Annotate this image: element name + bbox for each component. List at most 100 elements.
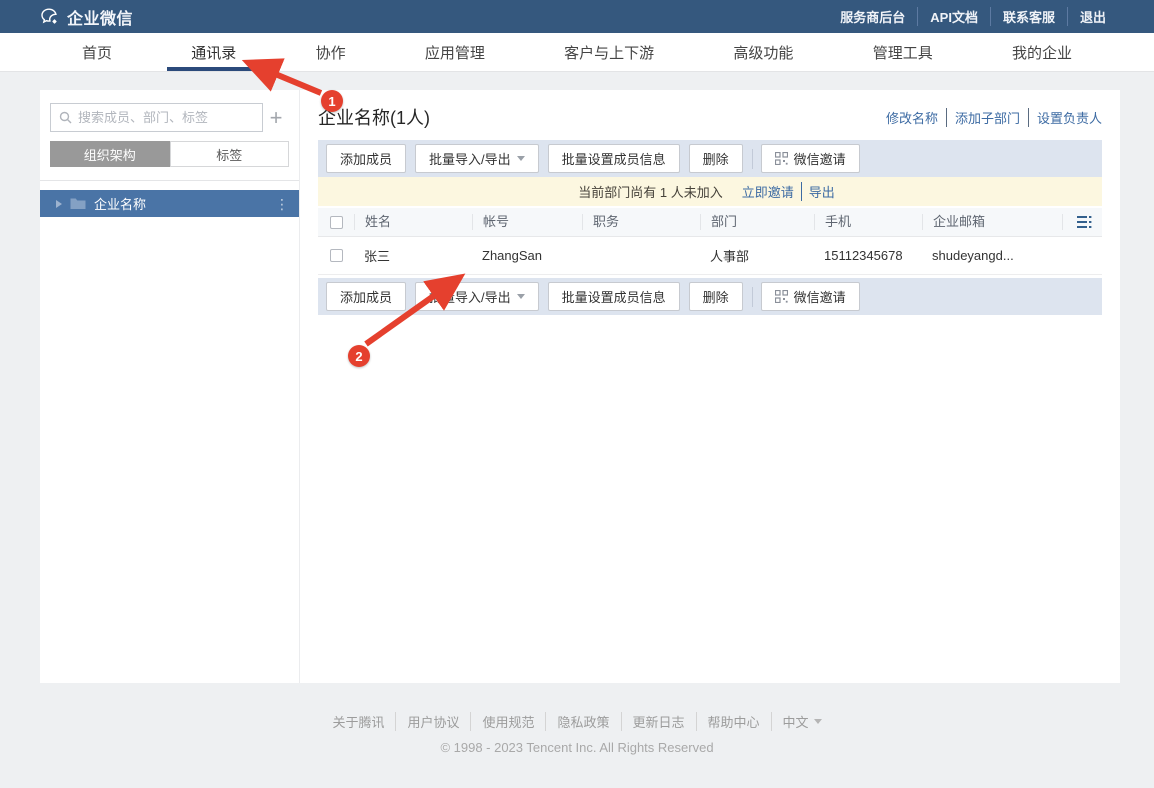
batch-import-export-button-bottom[interactable]: 批量导入/导出 xyxy=(415,282,539,311)
column-settings-cell xyxy=(1062,214,1102,230)
caret-down-icon xyxy=(517,294,525,299)
column-settings-icon[interactable] xyxy=(1077,215,1094,229)
add-subdepartment-link[interactable]: 添加子部门 xyxy=(946,108,1028,127)
toolbar-separator xyxy=(752,149,753,169)
footer-language-selector[interactable]: 中文 xyxy=(771,712,833,731)
wechat-invite-button[interactable]: 微信邀请 xyxy=(761,144,860,173)
cell-name: 张三 xyxy=(354,246,472,265)
nav-item-app-management[interactable]: 应用管理 xyxy=(401,33,509,71)
nav-item-admin-tools[interactable]: 管理工具 xyxy=(849,33,957,71)
wechat-invite-label: 微信邀请 xyxy=(794,149,846,168)
nav-item-advanced-features[interactable]: 高级功能 xyxy=(709,33,817,71)
select-all-checkbox[interactable] xyxy=(330,216,343,229)
header-name: 姓名 xyxy=(354,214,472,230)
tab-org-structure[interactable]: 组织架构 xyxy=(50,141,170,167)
topbar-links: 服务商后台 API文档 联系客服 退出 xyxy=(828,7,1118,26)
row-select-cell xyxy=(318,249,354,262)
folder-icon xyxy=(70,197,86,210)
qr-code-icon xyxy=(775,290,788,303)
nav-item-customers[interactable]: 客户与上下游 xyxy=(540,33,678,71)
row-checkbox[interactable] xyxy=(330,249,343,262)
toolbar-top: 添加成员 批量导入/导出 批量设置成员信息 删除 xyxy=(318,140,1102,177)
select-all-cell xyxy=(318,216,354,229)
footer-link-usage-rules[interactable]: 使用规范 xyxy=(470,712,545,731)
toolbar-bottom: 添加成员 批量导入/导出 批量设置成员信息 删除 xyxy=(318,278,1102,315)
footer-link-changelog[interactable]: 更新日志 xyxy=(621,712,696,731)
wechat-work-logo-icon xyxy=(40,7,60,27)
brand-logo[interactable]: 企业微信 xyxy=(40,5,133,29)
wechat-invite-button-bottom[interactable]: 微信邀请 xyxy=(761,282,860,311)
topbar-link-logout[interactable]: 退出 xyxy=(1067,7,1118,26)
footer-link-user-agreement[interactable]: 用户协议 xyxy=(395,712,470,731)
header-department: 部门 xyxy=(700,214,814,230)
table-header-row: 姓名 帐号 职务 部门 手机 企业邮箱 xyxy=(318,208,1102,237)
content-card: + 组织架构 标签 企业名称 ⋮ 企业名称(1人) xyxy=(40,90,1120,683)
add-department-button[interactable]: + xyxy=(263,105,289,131)
search-box xyxy=(50,103,263,132)
search-icon xyxy=(59,111,72,124)
nav-list: 首页 通讯录 协作 应用管理 客户与上下游 高级功能 管理工具 我的企业 xyxy=(58,33,1096,71)
nav-item-home[interactable]: 首页 xyxy=(58,33,136,71)
cell-mobile: 15112345678 xyxy=(814,248,922,263)
set-manager-link[interactable]: 设置负责人 xyxy=(1028,108,1102,127)
nav-item-contacts[interactable]: 通讯录 xyxy=(167,33,260,71)
contacts-sidebar: + 组织架构 标签 企业名称 ⋮ xyxy=(40,90,300,683)
pending-join-notice: 当前部门尚有 1 人未加入 立即邀请 导出 xyxy=(318,177,1102,206)
header-email: 企业邮箱 xyxy=(922,214,1062,230)
nav-item-my-company[interactable]: 我的企业 xyxy=(988,33,1096,71)
notice-text: 当前部门尚有 1 人未加入 xyxy=(578,182,722,201)
footer-link-help-center[interactable]: 帮助中心 xyxy=(696,712,771,731)
sidebar-divider xyxy=(40,180,299,181)
batch-import-export-button[interactable]: 批量导入/导出 xyxy=(415,144,539,173)
header-job-title: 职务 xyxy=(582,214,700,230)
footer-link-about-tencent[interactable]: 关于腾讯 xyxy=(321,712,395,731)
cell-email: shudeyangd... xyxy=(922,248,1062,263)
topbar-link-api-docs[interactable]: API文档 xyxy=(917,7,990,26)
page-footer: 关于腾讯 用户协议 使用规范 隐私政策 更新日志 帮助中心 中文 © 1998 … xyxy=(0,712,1154,755)
title-row: 企业名称(1人) 修改名称 添加子部门 设置负责人 xyxy=(318,104,1102,130)
batch-import-export-label-bottom: 批量导入/导出 xyxy=(429,287,511,306)
table-row[interactable]: 张三 ZhangSan 人事部 15112345678 shudeyangd..… xyxy=(318,237,1102,275)
header-account: 帐号 xyxy=(472,214,582,230)
cell-account: ZhangSan xyxy=(472,248,582,263)
page-title: 企业名称(1人) xyxy=(318,104,430,130)
caret-down-icon xyxy=(814,719,822,724)
toolbar-separator xyxy=(752,287,753,307)
wechat-invite-label-bottom: 微信邀请 xyxy=(794,287,846,306)
org-tree-item-label: 企业名称 xyxy=(94,194,146,213)
topbar-link-contact-support[interactable]: 联系客服 xyxy=(990,7,1067,26)
topbar-link-provider-console[interactable]: 服务商后台 xyxy=(828,7,917,26)
add-member-button[interactable]: 添加成员 xyxy=(326,144,406,173)
copyright-text: © 1998 - 2023 Tencent Inc. All Rights Re… xyxy=(0,740,1154,755)
footer-links: 关于腾讯 用户协议 使用规范 隐私政策 更新日志 帮助中心 中文 xyxy=(321,712,832,731)
members-table: 姓名 帐号 职务 部门 手机 企业邮箱 xyxy=(318,208,1102,275)
footer-link-privacy-policy[interactable]: 隐私政策 xyxy=(545,712,620,731)
brand-name: 企业微信 xyxy=(67,5,133,29)
rename-link[interactable]: 修改名称 xyxy=(878,108,946,127)
export-link[interactable]: 导出 xyxy=(801,182,842,201)
batch-set-info-button[interactable]: 批量设置成员信息 xyxy=(548,144,680,173)
org-tree-item-company[interactable]: 企业名称 ⋮ xyxy=(40,190,299,217)
department-action-links: 修改名称 添加子部门 设置负责人 xyxy=(878,108,1102,127)
delete-button[interactable]: 删除 xyxy=(689,144,743,173)
batch-set-info-button-bottom[interactable]: 批量设置成员信息 xyxy=(548,282,680,311)
cell-department: 人事部 xyxy=(700,246,814,265)
footer-language-label: 中文 xyxy=(783,712,809,731)
nav-item-collaboration[interactable]: 协作 xyxy=(292,33,370,71)
header-mobile: 手机 xyxy=(814,214,922,230)
expand-caret-icon[interactable] xyxy=(56,200,62,208)
sidebar-tabs: 组织架构 标签 xyxy=(50,141,289,167)
members-main-panel: 企业名称(1人) 修改名称 添加子部门 设置负责人 添加成员 批量导入/导出 批… xyxy=(300,90,1120,683)
batch-import-export-label: 批量导入/导出 xyxy=(429,149,511,168)
tab-labels[interactable]: 标签 xyxy=(170,141,290,167)
delete-button-bottom[interactable]: 删除 xyxy=(689,282,743,311)
caret-down-icon xyxy=(517,156,525,161)
add-member-button-bottom[interactable]: 添加成员 xyxy=(326,282,406,311)
more-options-icon[interactable]: ⋮ xyxy=(275,199,289,209)
invite-now-link[interactable]: 立即邀请 xyxy=(735,182,801,201)
search-input[interactable] xyxy=(78,110,254,125)
main-nav: 首页 通讯录 协作 应用管理 客户与上下游 高级功能 管理工具 我的企业 xyxy=(0,33,1154,72)
topbar: 企业微信 服务商后台 API文档 联系客服 退出 xyxy=(0,0,1154,33)
qr-code-icon xyxy=(775,152,788,165)
sidebar-search-row: + xyxy=(50,103,289,132)
